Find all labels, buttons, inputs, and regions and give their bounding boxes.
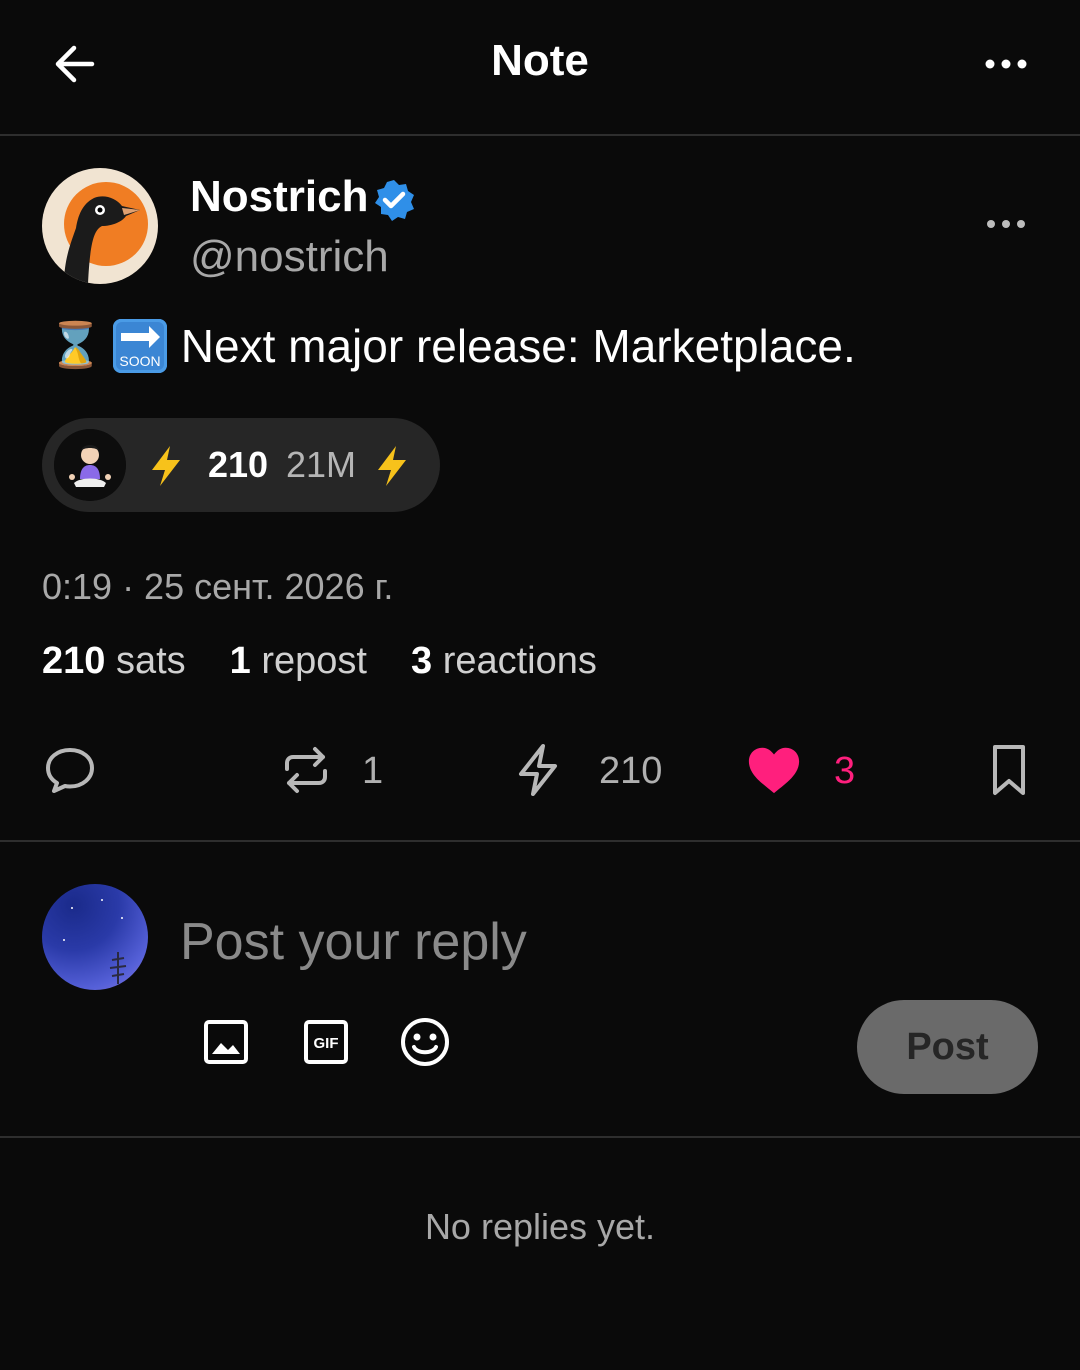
- night-sky-avatar-icon: [63, 899, 127, 984]
- gif-label: GIF: [314, 1035, 339, 1052]
- smiley-icon: [401, 1018, 449, 1066]
- author-name[interactable]: Nostrich: [190, 172, 368, 222]
- post-options-button[interactable]: [980, 204, 1032, 244]
- gif-button[interactable]: GIF: [300, 1016, 352, 1068]
- more-horizontal-icon: [985, 59, 1027, 69]
- post-text: Next major release: Marketplace.: [180, 320, 856, 372]
- zapper-avatar[interactable]: [54, 429, 126, 501]
- lightning-bolt-icon: [372, 444, 412, 488]
- zap-count: 210: [599, 750, 663, 792]
- soon-arrow-emoji: SOON: [112, 319, 167, 373]
- sats-stat[interactable]: 210 sats: [42, 640, 186, 683]
- post-stats: 210 sats 1 repost 3 reactions: [42, 640, 641, 683]
- hourglass-emoji: ⌛: [48, 321, 103, 370]
- post-timestamp: 0:19 · 25 сент. 2026 г.: [42, 566, 394, 607]
- gif-icon: GIF: [304, 1020, 348, 1064]
- post-button[interactable]: Post: [857, 1000, 1038, 1094]
- zap-amount: 210: [208, 444, 269, 485]
- emoji-button[interactable]: [399, 1016, 451, 1068]
- repost-count: 1: [362, 750, 384, 792]
- reply-input[interactable]: [180, 910, 820, 974]
- post-content: ⌛ SOON Next major release: Marketplace.: [48, 316, 856, 376]
- lightning-bolt-icon: [146, 444, 186, 488]
- more-horizontal-icon: [987, 220, 1025, 228]
- meditating-person-avatar-icon: [54, 429, 126, 501]
- repost-icon: [285, 747, 327, 793]
- comment-icon: [46, 748, 94, 793]
- image-icon: [204, 1020, 248, 1064]
- zap-chip[interactable]: 210 21M: [42, 418, 440, 512]
- author-handle[interactable]: @nostrich: [190, 232, 389, 282]
- top-bar: Note: [0, 0, 1080, 136]
- more-options-button[interactable]: [980, 44, 1032, 84]
- current-user-avatar[interactable]: [42, 884, 148, 990]
- soon-label: SOON: [119, 353, 160, 369]
- repost-stat[interactable]: 1 repost: [230, 640, 367, 683]
- no-replies-message: No replies yet.: [424, 1206, 656, 1247]
- zap-button[interactable]: [510, 742, 566, 798]
- reactions-stat[interactable]: 3 reactions: [411, 640, 597, 683]
- like-button[interactable]: [746, 742, 802, 798]
- zap-note: 21M: [286, 444, 357, 485]
- image-button[interactable]: [200, 1016, 252, 1068]
- reply-button[interactable]: [42, 742, 98, 798]
- repost-button[interactable]: [278, 742, 334, 798]
- heart-icon: [748, 747, 800, 794]
- bookmark-button[interactable]: [981, 742, 1037, 798]
- author-avatar[interactable]: [42, 168, 158, 284]
- lightning-icon: [519, 744, 557, 796]
- verified-badge-icon: [372, 178, 416, 222]
- bookmark-icon: [993, 745, 1025, 795]
- like-count: 3: [834, 750, 856, 792]
- ostrich-avatar-icon: [64, 182, 148, 284]
- action-bar: 1 210 3: [0, 720, 1080, 842]
- divider: [0, 1136, 1080, 1138]
- page-title: Note: [491, 36, 589, 85]
